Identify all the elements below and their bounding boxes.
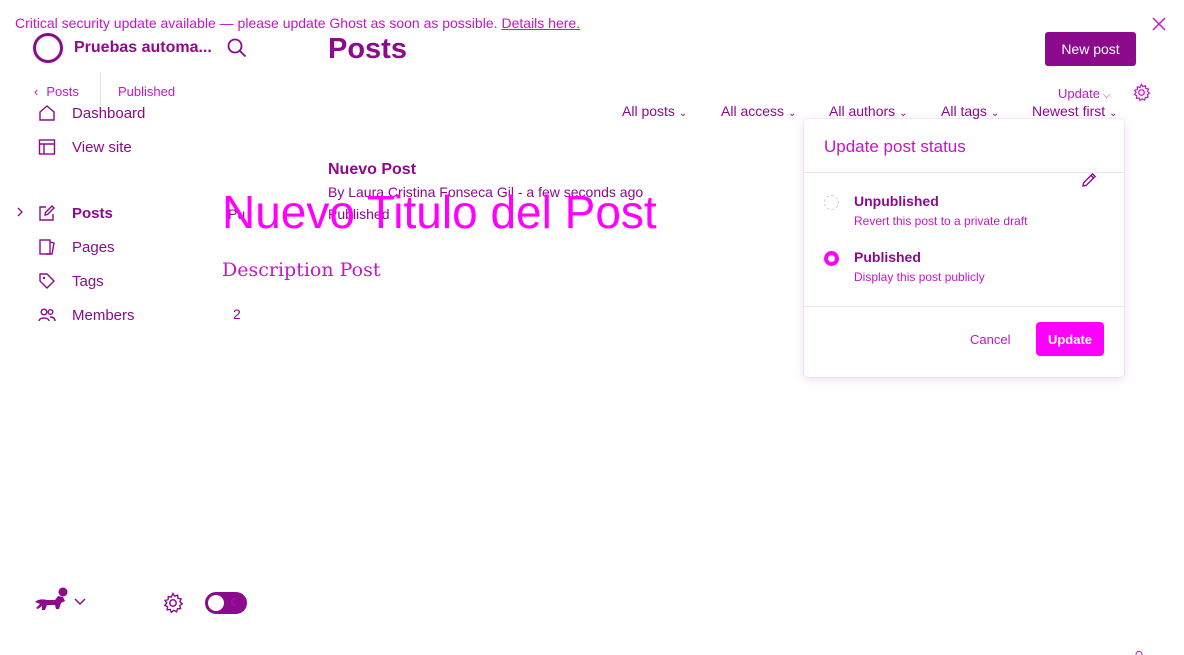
overlay-post-title: Nuevo Titulo del Post <box>222 186 657 238</box>
chevron-down-icon: ⌄ <box>990 108 1000 119</box>
toggle-knob <box>208 595 224 611</box>
sidebar-item-members[interactable]: Members <box>38 303 135 327</box>
breadcrumb-current: Published <box>118 84 176 99</box>
filter-label: All authors <box>829 103 896 119</box>
filter-label: All access <box>721 103 785 119</box>
pages-icon <box>38 238 56 256</box>
banner-message: Critical security update available — ple… <box>15 15 498 31</box>
settings-gear-icon[interactable] <box>1132 83 1151 102</box>
chevron-left-icon: ‹ <box>34 84 39 99</box>
sidebar-item-dashboard[interactable]: Dashboard <box>38 101 145 125</box>
sidebar-item-posts[interactable]: Posts <box>38 201 113 225</box>
dark-mode-toggle[interactable]: ☾ <box>205 592 247 614</box>
security-banner: Critical security update available — ple… <box>15 15 580 31</box>
radio-unpublished[interactable] <box>824 195 839 210</box>
search-icon[interactable] <box>227 38 247 58</box>
filter-all-tags[interactable]: All tags ⌄ <box>941 103 999 119</box>
home-icon <box>38 104 56 122</box>
filter-label: Newest first <box>1032 103 1106 119</box>
sidebar-item-label: Members <box>72 306 135 324</box>
popup-divider <box>804 172 1124 173</box>
chevron-down-icon: ⌄ <box>678 108 688 119</box>
close-icon[interactable] <box>1150 15 1168 33</box>
user-avatar[interactable] <box>33 587 69 615</box>
gear-icon[interactable] <box>162 592 184 614</box>
option-label: Unpublished <box>854 193 939 209</box>
page-title: Posts <box>328 33 407 65</box>
sidebar-item-pages[interactable]: Pages <box>38 235 115 259</box>
sidebar-item-tags[interactable]: Tags <box>38 269 104 293</box>
filter-label: All posts <box>622 103 675 119</box>
tag-icon <box>38 272 56 290</box>
sort-newest-first[interactable]: Newest first ⌄ <box>1032 103 1118 119</box>
update-dropdown[interactable]: Update ⌵ <box>1058 86 1111 101</box>
filter-label: All tags <box>941 103 987 119</box>
moon-icon: ☾ <box>230 597 240 609</box>
filter-all-authors[interactable]: All authors ⌄ <box>829 103 908 119</box>
chevron-down-icon[interactable] <box>73 597 87 607</box>
option-label: Published <box>854 249 921 265</box>
new-post-button[interactable]: New post <box>1045 32 1136 66</box>
update-label: Update <box>1058 86 1100 101</box>
layout-icon <box>38 138 56 156</box>
sidebar-item-label: View site <box>72 138 132 156</box>
chevron-down-icon: ⌄ <box>899 108 908 119</box>
overlay-count: 2 <box>233 306 241 322</box>
chevron-down-icon: ⌄ <box>788 108 797 119</box>
site-title[interactable]: Pruebas automa... <box>74 39 212 57</box>
breadcrumb-parent: Posts <box>46 84 79 99</box>
update-button[interactable]: Update <box>1036 322 1104 356</box>
banner-details-link[interactable]: Details here. <box>502 15 581 31</box>
update-status-popup: Update post status Unpublished Revert th… <box>804 119 1124 377</box>
sidebar-item-label: Posts <box>72 204 113 222</box>
post-title[interactable]: Nuevo Post <box>328 161 416 179</box>
sidebar-item-label: Pages <box>72 238 115 256</box>
breadcrumb-back[interactable]: ‹ Posts <box>34 84 79 99</box>
members-icon <box>38 306 56 324</box>
overlay-post-description: Description Post <box>222 259 381 281</box>
sidebar-item-label: Tags <box>72 272 104 290</box>
option-description: Revert this post to a private draft <box>854 214 1028 228</box>
chevron-down-icon: ⌄ <box>1109 108 1118 119</box>
site-logo-icon[interactable] <box>32 32 64 64</box>
option-description: Display this post publicly <box>854 270 985 284</box>
cancel-button[interactable]: Cancel <box>970 332 1010 347</box>
chevron-down-icon: ⌵ <box>1102 90 1111 101</box>
popup-title: Update post status <box>824 137 966 156</box>
sidebar-item-label: Dashboard <box>72 104 146 122</box>
pencil-icon[interactable] <box>1080 171 1098 189</box>
sidebar-item-view-site[interactable]: View site <box>38 135 132 159</box>
radio-published[interactable] <box>824 251 839 266</box>
popup-divider <box>804 306 1124 307</box>
pencil-square-icon <box>38 204 56 222</box>
filter-all-access[interactable]: All access ⌄ <box>721 103 796 119</box>
help-icon[interactable] <box>1135 648 1143 655</box>
filter-all-posts[interactable]: All posts ⌄ <box>622 103 687 119</box>
chevron-right-icon[interactable] <box>15 205 25 219</box>
